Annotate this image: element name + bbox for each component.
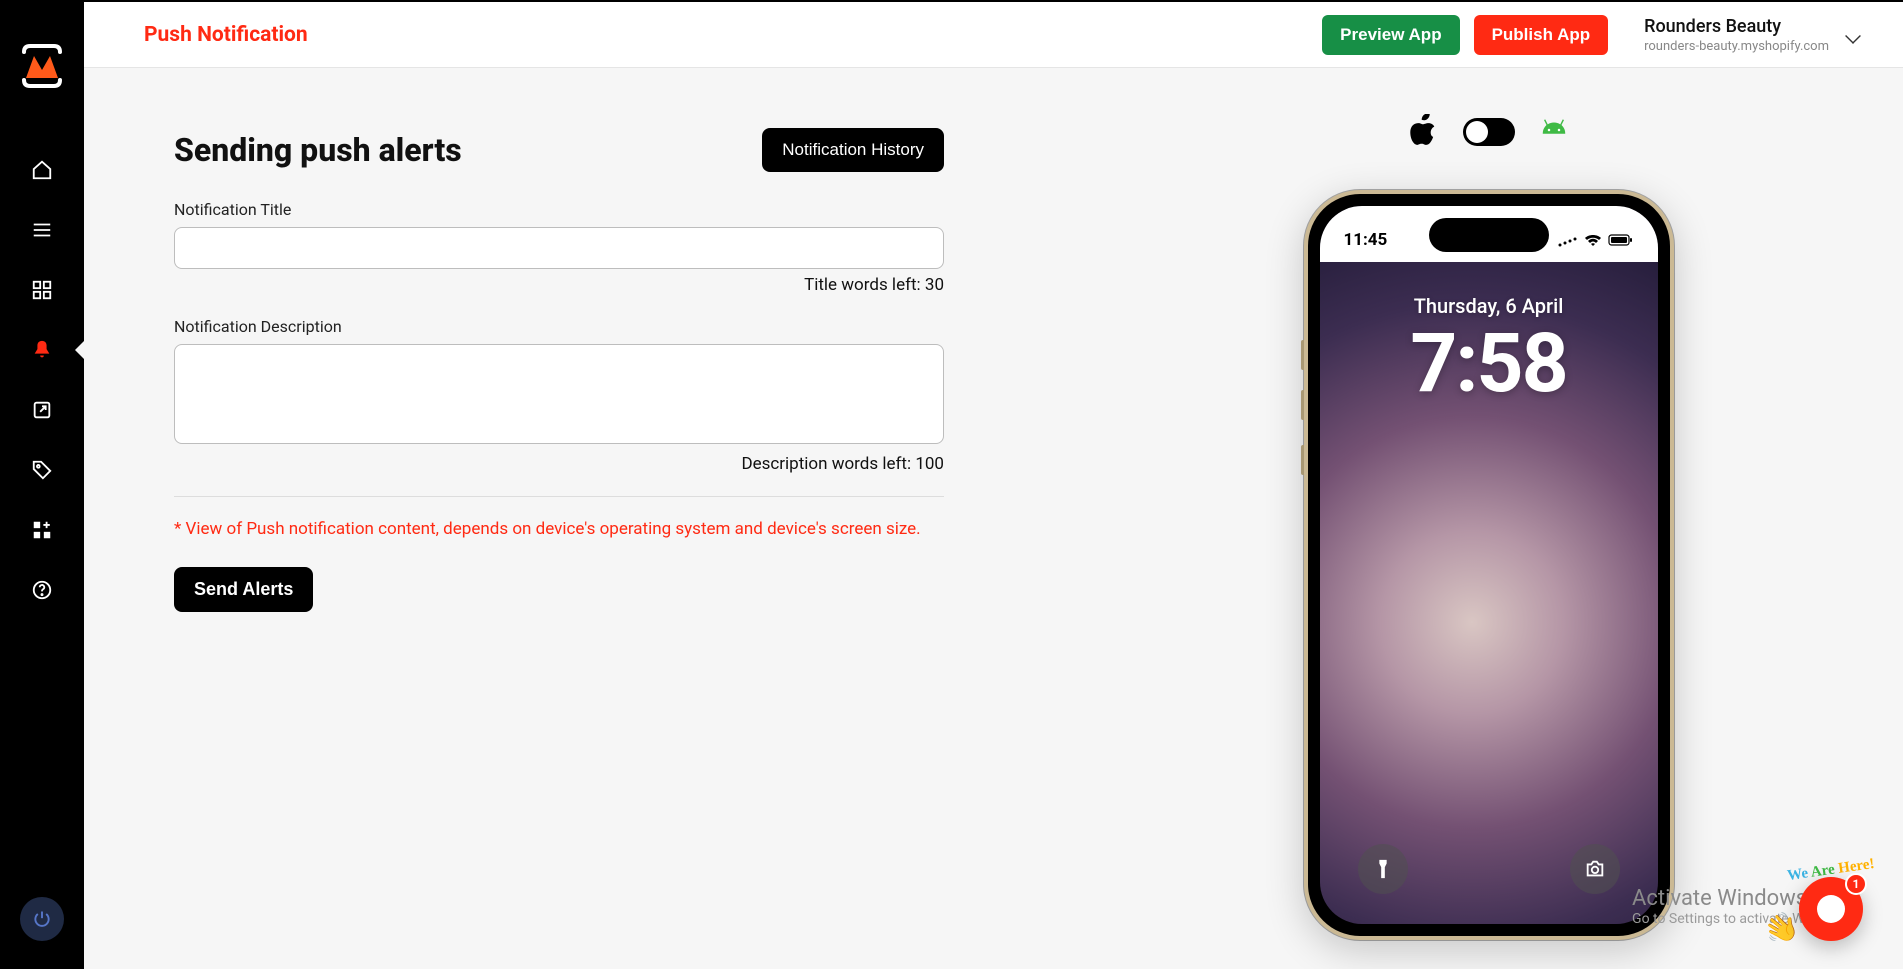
os-switch[interactable] bbox=[1463, 118, 1515, 146]
preview-app-button[interactable]: Preview App bbox=[1322, 15, 1459, 55]
notification-history-button[interactable]: Notification History bbox=[762, 128, 944, 172]
nav-external[interactable] bbox=[0, 380, 84, 440]
notification-description-input[interactable] bbox=[174, 344, 944, 444]
status-time: 11:45 bbox=[1344, 230, 1388, 250]
store-domain: rounders-beauty.myshopify.com bbox=[1644, 39, 1829, 54]
dynamic-island bbox=[1429, 218, 1549, 252]
page-title: Push Notification bbox=[144, 23, 308, 47]
preview-panel: 11:45 Thursday, 6 April 7:58 bbox=[1074, 68, 1903, 969]
title-label: Notification Title bbox=[174, 200, 1074, 219]
lock-date: Thursday, 6 April bbox=[1320, 294, 1658, 318]
topbar: Push Notification Preview App Publish Ap… bbox=[84, 0, 1903, 68]
chat-widget-button[interactable]: 1 bbox=[1799, 877, 1863, 941]
camera-icon bbox=[1570, 844, 1620, 894]
apple-icon bbox=[1409, 114, 1439, 150]
chat-badge: 1 bbox=[1845, 873, 1867, 895]
nav-home[interactable] bbox=[0, 140, 84, 200]
nav-notifications[interactable] bbox=[0, 320, 84, 380]
divider bbox=[174, 496, 944, 497]
send-alerts-button[interactable]: Send Alerts bbox=[174, 567, 313, 612]
os-toggle bbox=[1409, 114, 1569, 150]
description-counter: Description words left: 100 bbox=[174, 454, 944, 474]
nav-menu[interactable] bbox=[0, 200, 84, 260]
lock-time: 7:58 bbox=[1320, 316, 1658, 412]
nav-tag[interactable] bbox=[0, 440, 84, 500]
nav-grid[interactable] bbox=[0, 260, 84, 320]
phone-screen: 11:45 Thursday, 6 April 7:58 bbox=[1320, 206, 1658, 924]
app-logo bbox=[18, 40, 66, 92]
title-counter: Title words left: 30 bbox=[174, 275, 944, 295]
content: Sending push alerts Notification History… bbox=[84, 68, 1903, 969]
flashlight-icon bbox=[1358, 844, 1408, 894]
android-icon bbox=[1539, 114, 1569, 150]
disclaimer-text: * View of Push notification content, dep… bbox=[174, 519, 944, 539]
description-label: Notification Description bbox=[174, 317, 1074, 336]
nav-add-widget[interactable] bbox=[0, 500, 84, 560]
store-name: Rounders Beauty bbox=[1644, 16, 1829, 37]
status-icons bbox=[1558, 233, 1634, 247]
power-button[interactable] bbox=[20, 897, 64, 941]
phone-frame: 11:45 Thursday, 6 April 7:58 bbox=[1304, 190, 1674, 940]
form-heading: Sending push alerts bbox=[174, 131, 762, 169]
push-form-panel: Sending push alerts Notification History… bbox=[84, 68, 1074, 969]
store-selector[interactable]: Rounders Beauty rounders-beauty.myshopif… bbox=[1644, 16, 1861, 54]
main: Push Notification Preview App Publish Ap… bbox=[84, 0, 1903, 969]
nav-help[interactable] bbox=[0, 560, 84, 620]
notification-title-input[interactable] bbox=[174, 227, 944, 269]
sidebar bbox=[0, 0, 84, 969]
publish-app-button[interactable]: Publish App bbox=[1474, 15, 1609, 55]
